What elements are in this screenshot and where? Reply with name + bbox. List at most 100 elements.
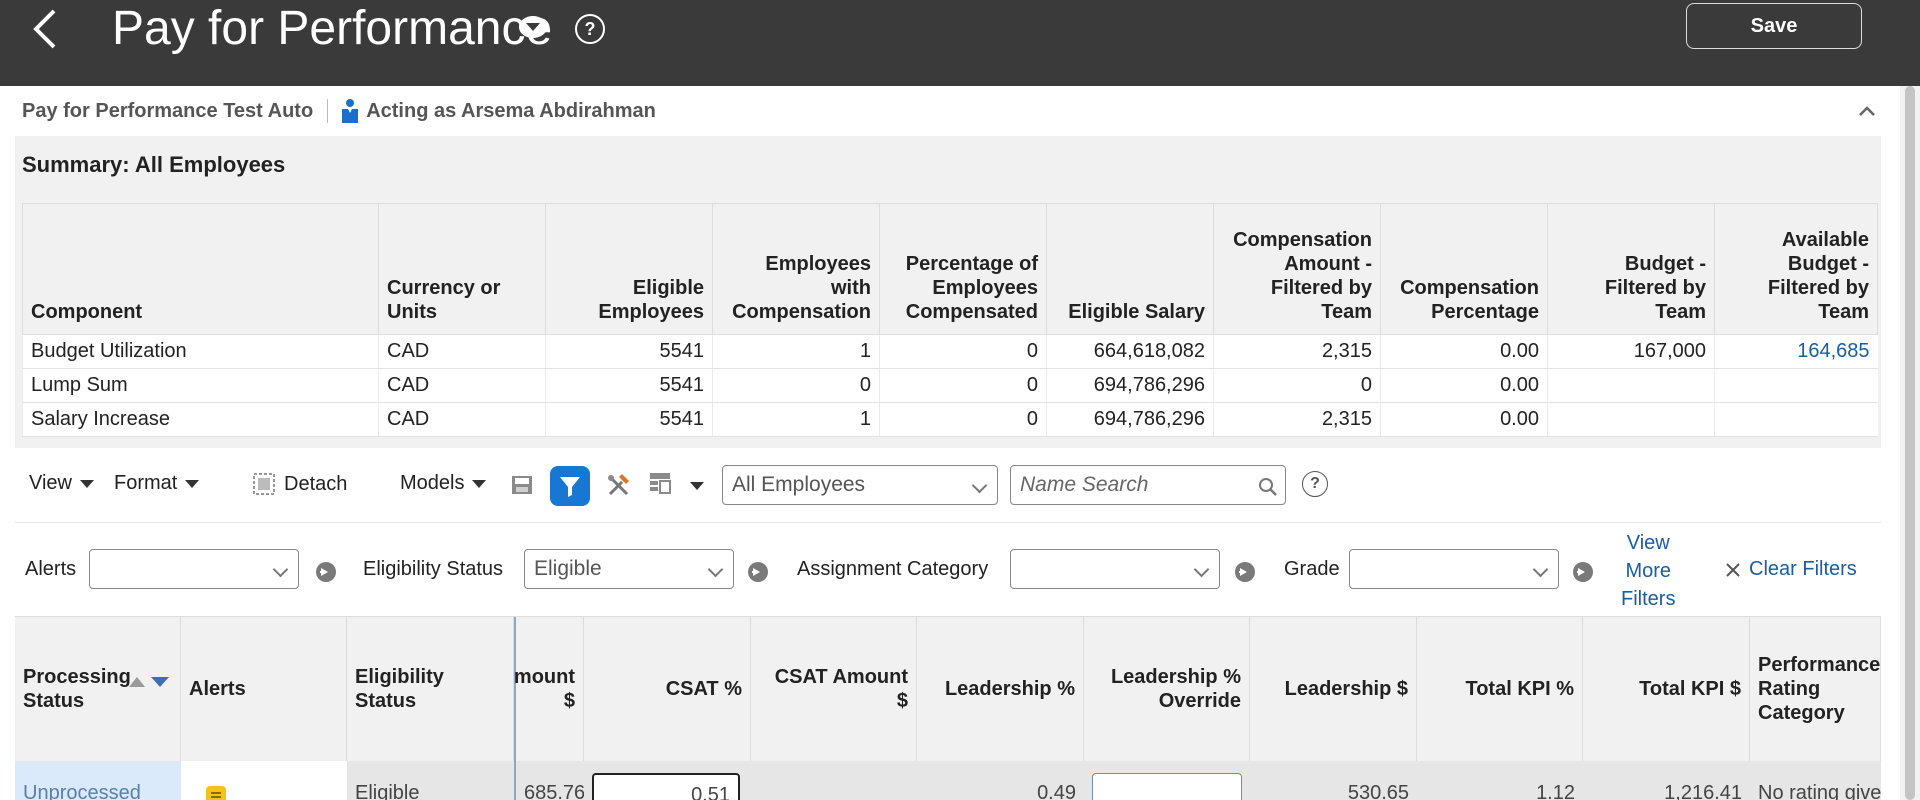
clear-filters-label: Clear Filters — [1749, 558, 1857, 580]
page-header: Pay for Performance ? Save — [0, 0, 1920, 86]
models-menu[interactable]: Models — [400, 472, 487, 495]
leadership-override-input[interactable] — [1092, 773, 1242, 800]
grade-filter-label: Grade — [1284, 558, 1340, 580]
grid-col-header[interactable]: CSAT % — [584, 617, 751, 761]
summary-col-header: Budget - Filtered by Team — [1547, 203, 1715, 335]
csat-percent-cell[interactable]: 0.51 — [584, 761, 751, 800]
summary-row: Budget Utilization CAD 5541 1 0 664,618,… — [22, 334, 1878, 369]
apply-filter-icon[interactable] — [316, 562, 336, 582]
caret-down-icon[interactable] — [690, 482, 704, 490]
sort-icon[interactable] — [127, 673, 173, 689]
save-layout-icon[interactable] — [510, 473, 534, 497]
name-search-input[interactable]: Name Search — [1010, 465, 1286, 505]
title-dropdown-icon[interactable] — [519, 16, 547, 38]
grid-col-header[interactable]: Eligibility Status — [347, 617, 514, 761]
save-button[interactable]: Save — [1686, 3, 1862, 49]
grid-col-header[interactable]: Leadership $ — [1250, 617, 1417, 761]
close-icon — [1726, 562, 1740, 577]
alert-note-icon[interactable] — [205, 785, 227, 800]
summary-col-header: Eligible Salary — [1046, 203, 1214, 335]
available-budget-link[interactable]: 164,685 — [1714, 334, 1878, 369]
summary-title: Summary: All Employees — [22, 152, 286, 177]
summary-col-header: Eligible Employees — [545, 203, 713, 335]
clear-filters-link[interactable]: Clear Filters — [1725, 558, 1857, 581]
format-menu[interactable]: Format — [114, 472, 200, 495]
amount-cell: 685.76 — [514, 761, 584, 800]
alerts-cell[interactable] — [181, 761, 347, 800]
summary-row: Lump Sum CAD 5541 0 0 694,786,296 0 0.00 — [22, 368, 1878, 403]
view-more-line: Filters — [1621, 588, 1676, 610]
chevron-down-icon — [1532, 561, 1549, 578]
alerts-filter-label: Alerts — [25, 558, 77, 580]
summary-cell: CAD — [378, 334, 546, 369]
view-more-line: View — [1626, 532, 1670, 554]
summary-col-header: Employees with Compensation — [712, 203, 880, 335]
summary-cell: Budget Utilization — [22, 334, 379, 369]
summary-cell: 0 — [879, 402, 1047, 437]
search-icon[interactable] — [1257, 476, 1279, 498]
vertical-scrollbar[interactable] — [1900, 86, 1920, 800]
grade-filter-select[interactable] — [1349, 549, 1559, 589]
help-icon[interactable]: ? — [1302, 471, 1328, 497]
summary-col-header: Compensation Percentage — [1380, 203, 1548, 335]
chevron-down-icon — [707, 561, 724, 578]
apply-filter-icon[interactable] — [1235, 562, 1255, 582]
summary-col-header: Available Budget - Filtered by Team — [1714, 203, 1878, 335]
grid-col-header[interactable]: Total KPI $ — [1583, 617, 1750, 761]
grid-col-header[interactable]: Processing Status — [15, 617, 181, 761]
grid-col-header[interactable]: Alerts — [181, 617, 347, 761]
summary-cell — [1547, 368, 1715, 403]
grid-col-header[interactable]: Performance Rating Category — [1750, 617, 1881, 761]
collapse-chevron-icon[interactable] — [1856, 100, 1878, 122]
plan-name: Pay for Performance Test Auto — [22, 99, 314, 122]
caret-down-icon — [80, 479, 94, 488]
summary-col-header: Currency or Units — [378, 203, 546, 335]
chevron-down-icon — [272, 561, 289, 578]
summary-table: Component Currency or Units Eligible Emp… — [22, 203, 1878, 437]
summary-cell: 0.00 — [1380, 402, 1548, 437]
grid-col-header[interactable]: mount $ — [514, 617, 584, 761]
filter-icon[interactable] — [550, 466, 590, 506]
grid-col-header[interactable]: Total KPI % — [1417, 617, 1583, 761]
eligibility-filter-value: Eligible — [534, 557, 602, 580]
population-select[interactable]: All Employees — [722, 465, 998, 505]
summary-cell: 694,786,296 — [1046, 368, 1214, 403]
view-menu[interactable]: View — [29, 472, 94, 495]
scrollbar-thumb[interactable] — [1905, 86, 1915, 800]
format-menu-label: Format — [114, 472, 178, 494]
csat-percent-input[interactable]: 0.51 — [592, 773, 740, 800]
grid-col-header[interactable]: Leadership % Override — [1084, 617, 1250, 761]
summary-cell: 0 — [1213, 368, 1381, 403]
assignment-filter-label: Assignment Category — [797, 558, 989, 580]
chevron-down-icon — [1193, 561, 1210, 578]
assignment-filter-select[interactable] — [1010, 549, 1220, 589]
processing-status-cell[interactable]: Unprocessed — [15, 761, 181, 800]
table-columns-icon[interactable] — [647, 470, 675, 498]
help-icon[interactable]: ? — [575, 14, 605, 44]
apply-filter-icon[interactable] — [748, 562, 768, 582]
detach-button[interactable]: Detach — [252, 472, 347, 496]
page-title: Pay for Performance — [112, 2, 553, 55]
summary-cell: 664,618,082 — [1046, 334, 1214, 369]
view-more-filters-link[interactable]: View More Filters — [1621, 529, 1675, 613]
eligibility-filter-label: Eligibility Status — [363, 558, 504, 580]
alerts-filter-select[interactable] — [89, 549, 299, 589]
grid-col-header[interactable]: Leadership % — [917, 617, 1084, 761]
apply-filter-icon[interactable] — [1573, 562, 1593, 582]
chevron-down-icon — [971, 477, 988, 494]
summary-col-header: Percentage of Employees Compensated — [879, 203, 1047, 335]
summary-cell: 2,315 — [1213, 334, 1381, 369]
eligibility-filter-select[interactable]: Eligible — [524, 549, 734, 589]
grid-col-header[interactable]: CSAT Amount $ — [751, 617, 917, 761]
summary-cell: 0 — [879, 334, 1047, 369]
tools-icon[interactable] — [605, 472, 633, 500]
table-row[interactable]: Unprocessed Eligible 685.76 0.51 0.49 53… — [15, 761, 1881, 800]
back-arrow-icon[interactable] — [26, 6, 66, 52]
grid-header: Processing Status Alerts Eligibility Sta… — [15, 616, 1881, 762]
summary-cell: 5541 — [545, 334, 713, 369]
leadership-override-cell[interactable] — [1084, 761, 1250, 800]
total-kpi-percent-cell: 1.12 — [1417, 761, 1583, 800]
grid-toolbar: View Format Detach Models All Employees — [15, 455, 1881, 517]
acting-as-label: Acting as Arsema Abdirahman — [366, 99, 656, 122]
summary-cell: 0 — [712, 368, 880, 403]
